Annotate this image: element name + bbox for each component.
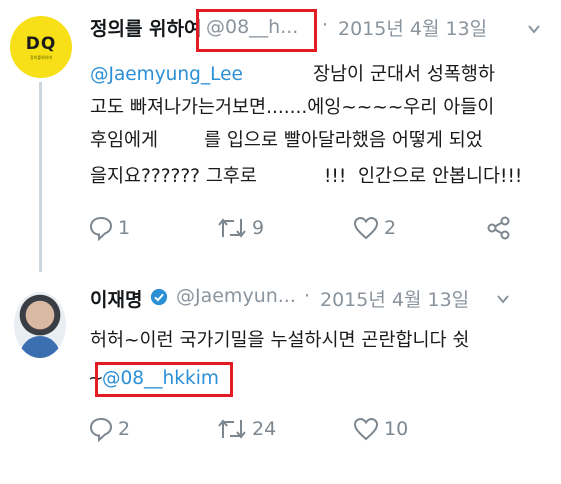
- like-button[interactable]: 10: [352, 416, 408, 442]
- chevron-down-icon[interactable]: [527, 22, 541, 36]
- separator-dot: ·: [322, 14, 329, 36]
- reply-icon: [89, 417, 113, 442]
- tweet-text-line: 를 입으로 빨아달라했음 어떻게 되었: [204, 130, 483, 151]
- tweet-text-line: !!! 인간으로 안봅니다!!!: [324, 166, 523, 187]
- heart-icon: [353, 417, 379, 441]
- tweet-text-line: 허허~이런 국가기밀을 누설하시면 곤란합니다 쉿: [90, 330, 470, 351]
- avatar[interactable]: [14, 292, 66, 358]
- reply-count: 2: [118, 418, 131, 440]
- retweet-icon: [218, 218, 246, 238]
- avatar-logo-caption: 정의를위하여: [29, 55, 53, 60]
- tweet-text-line: 을지요?????? 그후로: [90, 166, 257, 187]
- reply-button[interactable]: 1: [88, 215, 130, 241]
- tweet-date[interactable]: 2015년 4월 13일: [338, 14, 487, 41]
- reply-button[interactable]: 2: [88, 416, 130, 442]
- like-button[interactable]: 2: [352, 215, 396, 241]
- user-handle[interactable]: @Jaemyun...: [176, 285, 296, 307]
- reply-count: 1: [118, 217, 131, 239]
- verified-badge-icon: [150, 288, 168, 306]
- heart-icon: [353, 216, 379, 240]
- like-count: 2: [384, 217, 397, 239]
- like-count: 10: [384, 418, 409, 440]
- retweet-count: 9: [252, 217, 265, 239]
- chevron-down-icon[interactable]: [496, 292, 510, 306]
- display-name[interactable]: 이재명: [90, 285, 142, 312]
- tweet-date[interactable]: 2015년 4월 13일: [320, 285, 469, 312]
- retweet-count: 24: [252, 418, 277, 440]
- user-handle[interactable]: @08__h...: [206, 16, 298, 38]
- tweet-text-line: 장남이 군대서 성폭행하: [313, 64, 495, 85]
- thread-line: [39, 82, 42, 272]
- retweet-icon: [218, 419, 246, 439]
- avatar-logo-text: DQ: [25, 34, 57, 54]
- retweet-button[interactable]: 24: [216, 416, 276, 442]
- mention-link[interactable]: @08__hkkim: [102, 364, 219, 394]
- mention-link[interactable]: @Jaemyung_Lee: [90, 60, 243, 90]
- tweet-text-line: 후임에게: [90, 130, 159, 151]
- tweet-text-line: 고도 빠져나가는거보면.......에잉~~~~우리 아들이: [90, 97, 495, 118]
- display-name[interactable]: 정의를 위하여: [90, 14, 202, 41]
- reply-icon: [89, 216, 113, 241]
- avatar[interactable]: DQ 정의를위하여: [10, 16, 72, 78]
- separator-dot: ·: [304, 285, 311, 307]
- share-icon[interactable]: [486, 215, 512, 241]
- avatar-photo: [20, 336, 60, 358]
- retweet-button[interactable]: 9: [216, 215, 264, 241]
